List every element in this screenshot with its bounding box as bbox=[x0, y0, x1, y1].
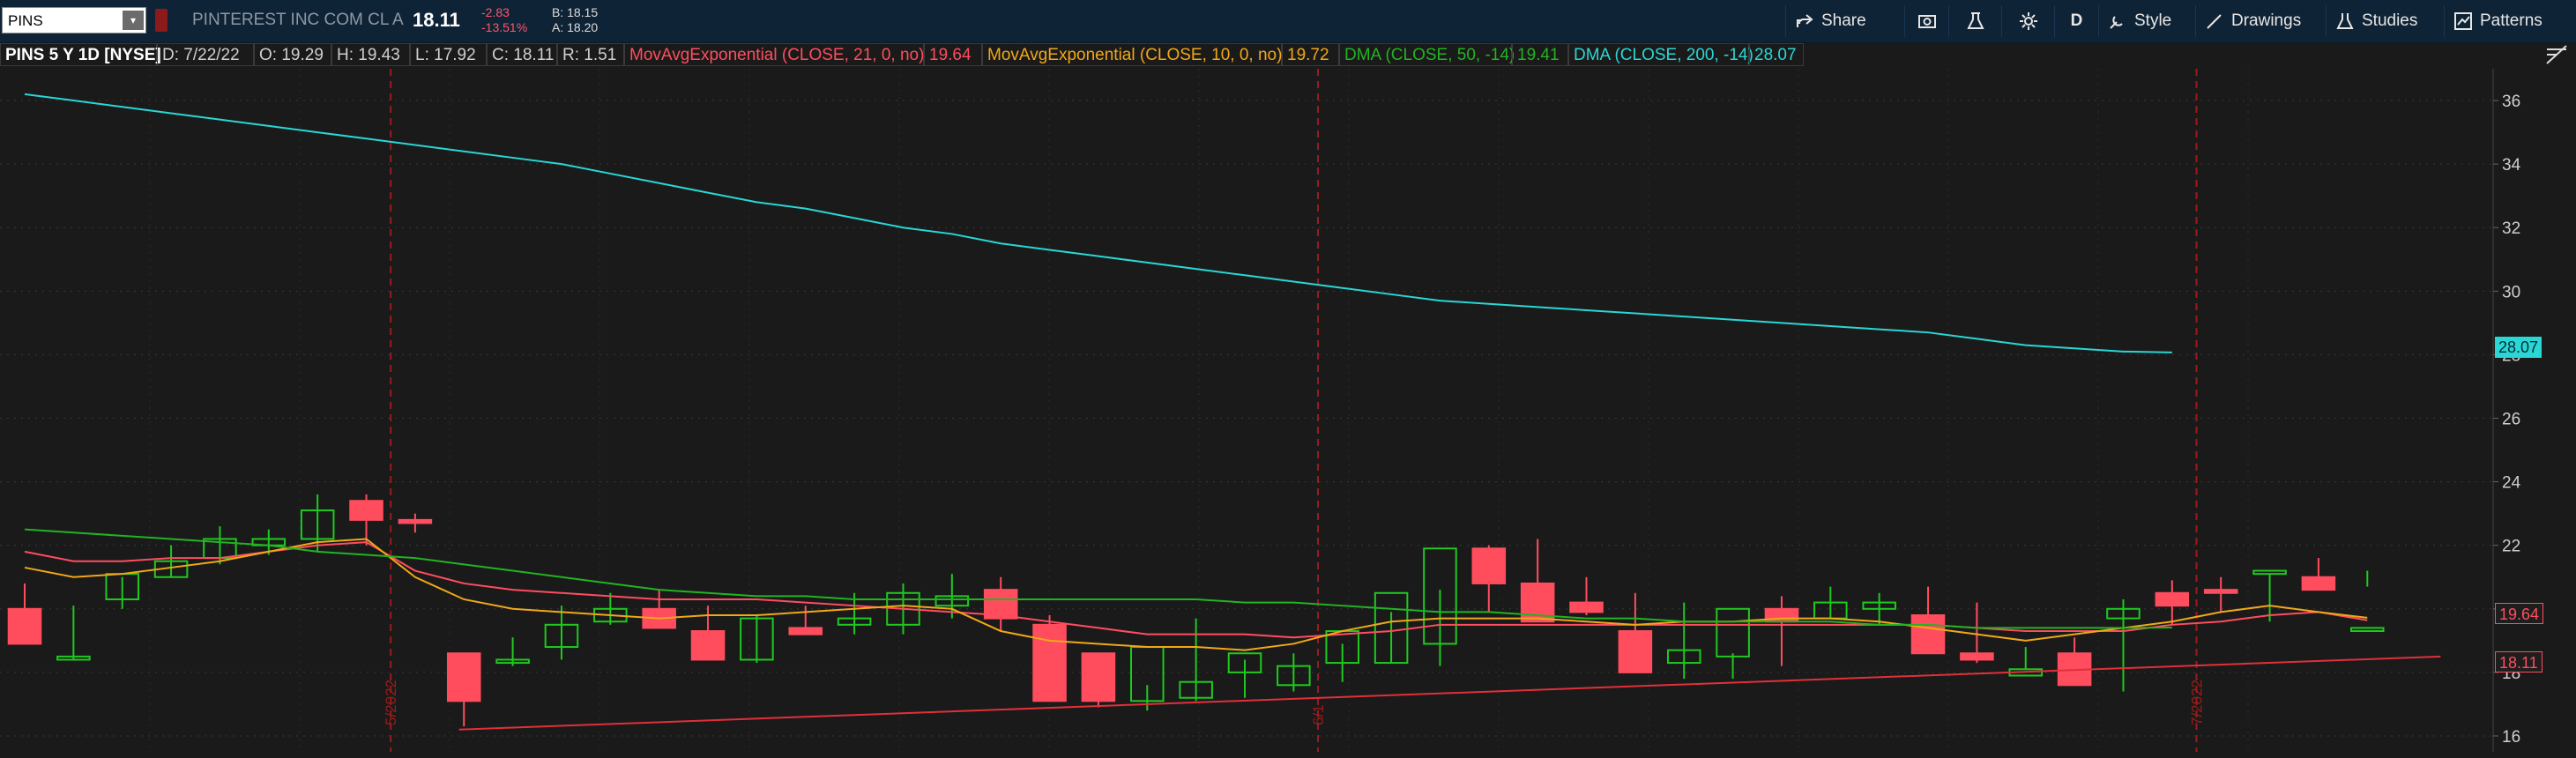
candle-down bbox=[2155, 591, 2190, 607]
candle-down bbox=[788, 627, 823, 635]
candle-down bbox=[2203, 589, 2238, 594]
candle-down bbox=[1081, 652, 1116, 702]
ema21-price-badge: 19.64 bbox=[2495, 603, 2544, 624]
y-tick-label: 32 bbox=[2502, 219, 2520, 238]
candle-down bbox=[690, 630, 726, 661]
candle-down bbox=[1032, 623, 1067, 702]
period-marker-label: 7/2022 bbox=[2189, 680, 2206, 725]
candle-down bbox=[1618, 630, 1653, 673]
candle-down bbox=[1569, 601, 1604, 613]
period-marker-label: 5/2022 bbox=[383, 680, 399, 725]
candle-down bbox=[1960, 652, 1994, 661]
y-tick-label: 30 bbox=[2502, 283, 2520, 301]
candle-down bbox=[1910, 614, 1946, 655]
y-tick-label: 22 bbox=[2502, 538, 2520, 556]
period-marker-label: 6/1 bbox=[1310, 704, 1327, 725]
price-chart[interactable]: 16182022242628303234365/20226/17/2022 bbox=[0, 0, 2576, 758]
candle-down bbox=[1471, 547, 1507, 584]
candle-down bbox=[2301, 576, 2336, 591]
candle-down bbox=[349, 500, 383, 521]
candle-down bbox=[398, 518, 433, 524]
y-tick-label: 16 bbox=[2502, 728, 2520, 747]
y-tick-label: 36 bbox=[2502, 93, 2520, 111]
y-tick-label: 26 bbox=[2502, 411, 2520, 429]
y-tick-label: 34 bbox=[2502, 156, 2521, 175]
y-tick-label: 24 bbox=[2502, 474, 2521, 493]
dma200-price-badge: 28.07 bbox=[2495, 337, 2542, 358]
candle-down bbox=[7, 607, 42, 645]
candle-down bbox=[446, 652, 481, 702]
last-price-badge: 18.11 bbox=[2495, 651, 2542, 673]
